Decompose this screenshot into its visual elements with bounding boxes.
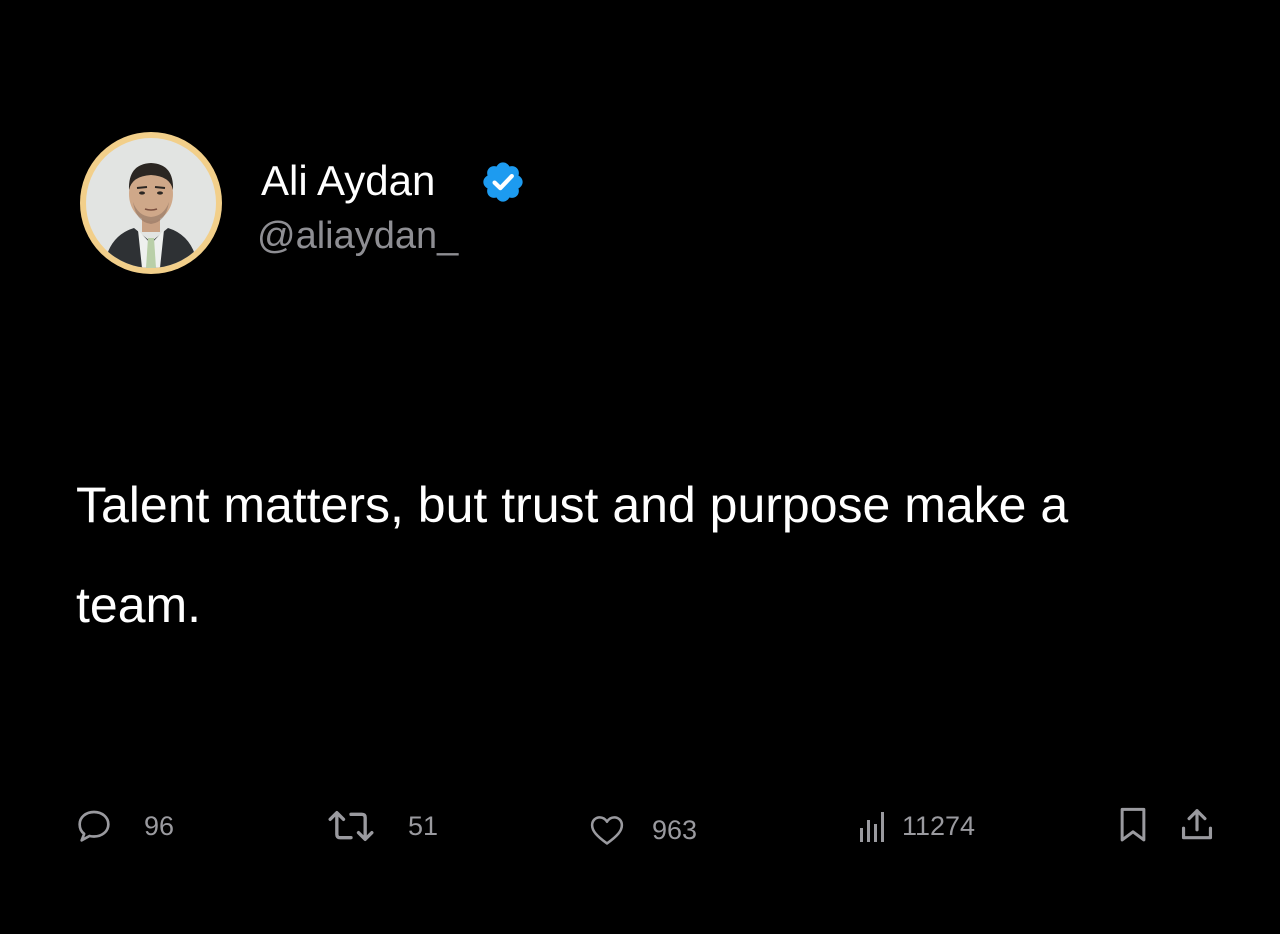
tweet-text: Talent matters, but trust and purpose ma… [76, 477, 1069, 633]
share-upload-icon[interactable] [1178, 806, 1216, 844]
retweet-count: 51 [408, 811, 439, 841]
reply-bubble-icon [78, 810, 110, 842]
views-count: 11274 [902, 811, 976, 841]
views-button[interactable]: 11274 [858, 804, 975, 848]
avatar[interactable] [80, 132, 222, 274]
author-handle[interactable]: @aliaydan_ [257, 213, 458, 259]
like-button[interactable]: 963 [588, 808, 697, 852]
verified-badge-icon [483, 162, 523, 202]
author-display-name[interactable]: Ali Aydan [261, 156, 435, 206]
views-chart-icon [860, 812, 884, 842]
bookmark-icon[interactable] [1116, 806, 1150, 844]
heart-icon [590, 816, 624, 845]
like-count: 963 [652, 815, 698, 845]
reply-button[interactable]: 96 [74, 804, 174, 848]
retweet-button[interactable]: 51 [326, 804, 438, 848]
retweet-icon [328, 811, 374, 841]
reply-count: 96 [144, 811, 175, 841]
profile-photo-icon [86, 138, 216, 268]
